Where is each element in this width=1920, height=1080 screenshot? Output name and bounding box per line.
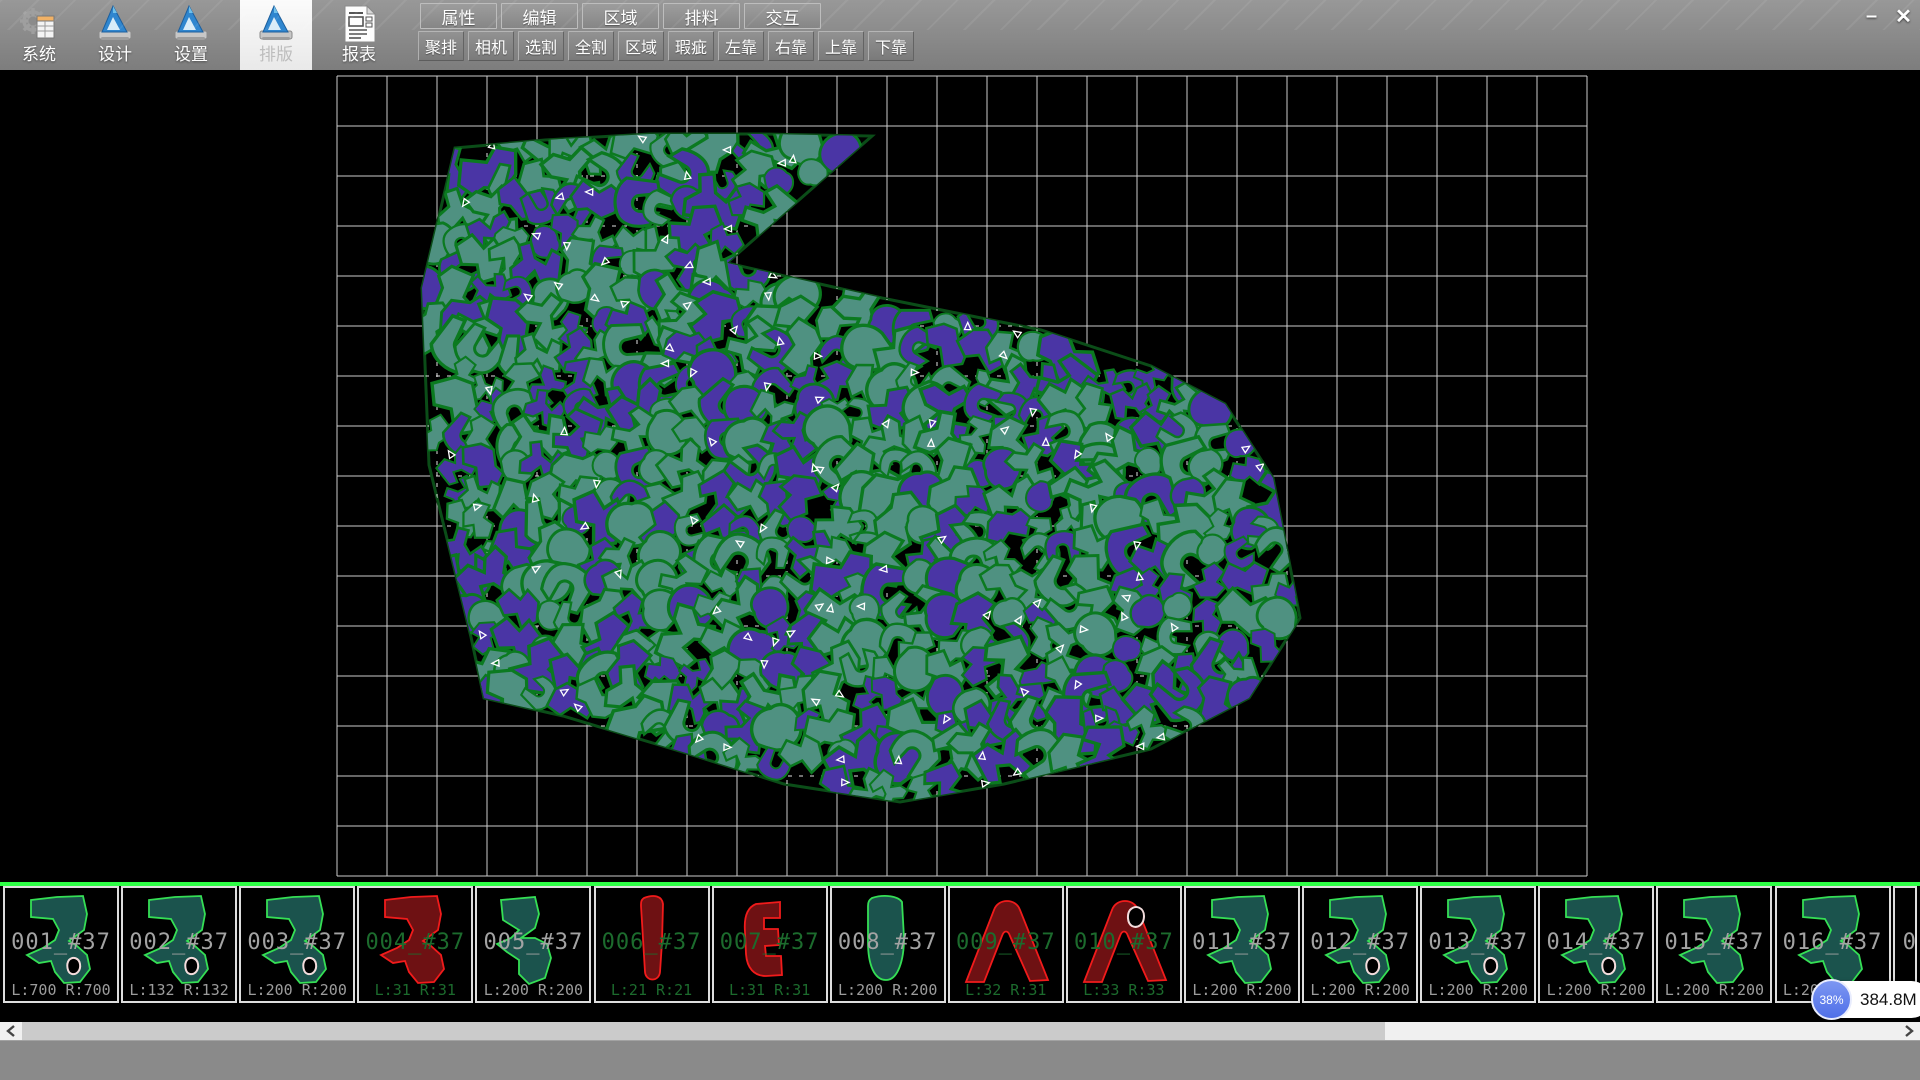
piece-thumbnail-14[interactable]: 014_#37 L:200 R:200 bbox=[1538, 886, 1654, 1003]
tool-button-8[interactable]: 右靠 bbox=[768, 31, 814, 61]
piece-id-label: 007_#37 bbox=[714, 930, 826, 955]
main-button-label: 设置 bbox=[174, 45, 208, 65]
tool-button-2[interactable]: 相机 bbox=[468, 31, 514, 61]
menu-tab-row: 属性编辑区域排料交互 bbox=[420, 3, 821, 29]
top-toolbar: 系统 设计 设置 排版 报表 属性编辑区域排料交互 聚排相机选割 bbox=[0, 0, 1920, 70]
piece-id-label: 006_#37 bbox=[596, 930, 708, 955]
piece-count-label: L:200 R:200 bbox=[832, 981, 944, 999]
main-button-5[interactable]: 报表 bbox=[326, 0, 392, 70]
main-button-label: 报表 bbox=[342, 45, 376, 65]
memory-status-badge[interactable]: 38% 384.8M bbox=[1812, 981, 1920, 1018]
piece-thumbnail-1[interactable]: 001_#37 L:700 R:700 bbox=[3, 886, 119, 1003]
tool-button-9[interactable]: 上靠 bbox=[818, 31, 864, 61]
tool-button-10[interactable]: 下靠 bbox=[868, 31, 914, 61]
piece-count-label: L:32 R:31 bbox=[950, 981, 1062, 999]
main-button-label: 设计 bbox=[98, 45, 132, 65]
piece-id-label: 001_#37 bbox=[5, 930, 117, 955]
tool-button-6[interactable]: 瑕疵 bbox=[668, 31, 714, 61]
chevron-left-icon[interactable] bbox=[0, 1022, 22, 1040]
piece-count-label: L:33 R:33 bbox=[1068, 981, 1180, 999]
piece-thumbnail-15[interactable]: 015_#37 L:200 R:200 bbox=[1656, 886, 1772, 1003]
piece-thumbnail-strip: 001_#37 L:700 R:700 002_#37 L:132 R:132 … bbox=[0, 886, 1920, 1022]
piece-thumbnail-13[interactable]: 013_#37 L:200 R:200 bbox=[1420, 886, 1536, 1003]
piece-thumbnail-8[interactable]: 008_#37 L:200 R:200 bbox=[830, 886, 946, 1003]
piece-thumbnail-10[interactable]: 010_#37 L:33 R:33 bbox=[1066, 886, 1182, 1003]
main-button-label: 排版 bbox=[259, 45, 293, 65]
tool-button-3[interactable]: 选割 bbox=[518, 31, 564, 61]
piece-thumbnail-4[interactable]: 004_#37 L:31 R:31 bbox=[357, 886, 473, 1003]
piece-id-label: 004_#37 bbox=[359, 930, 471, 955]
piece-id-label: 012_#37 bbox=[1304, 930, 1416, 955]
minimize-button[interactable]: – bbox=[1857, 3, 1886, 29]
piece-id-label: 009_#37 bbox=[950, 930, 1062, 955]
piece-id-label: 003_#37 bbox=[241, 930, 353, 955]
system-gear-icon bbox=[17, 3, 61, 45]
tool-button-1[interactable]: 聚排 bbox=[418, 31, 464, 61]
piece-count-label: L:21 R:21 bbox=[596, 981, 708, 999]
scrollbar-thumb[interactable] bbox=[22, 1022, 1385, 1040]
piece-id-label: 005_#37 bbox=[477, 930, 589, 955]
menu-tab-5[interactable]: 交互 bbox=[744, 3, 821, 29]
nesting-canvas[interactable] bbox=[0, 70, 1920, 882]
piece-count-label: L:200 R:200 bbox=[477, 981, 589, 999]
main-button-label: 系统 bbox=[22, 45, 56, 65]
main-button-1[interactable]: 系统 bbox=[6, 0, 72, 70]
main-button-4[interactable]: 排版 bbox=[240, 0, 312, 70]
piece-thumbnail-2[interactable]: 002_#37 L:132 R:132 bbox=[121, 886, 237, 1003]
piece-thumbnail-12[interactable]: 012_#37 L:200 R:200 bbox=[1302, 886, 1418, 1003]
tool-button-7[interactable]: 左靠 bbox=[718, 31, 764, 61]
menu-tab-3[interactable]: 区域 bbox=[582, 3, 659, 29]
set-square-icon bbox=[254, 3, 298, 45]
horizontal-scrollbar[interactable] bbox=[0, 1022, 1920, 1040]
percent-indicator: 38% bbox=[1811, 979, 1852, 1020]
piece-id-label: 002_#37 bbox=[123, 930, 235, 955]
piece-id-label: 008_#37 bbox=[832, 930, 944, 955]
bottom-status-bar bbox=[0, 1040, 1920, 1080]
set-square-icon bbox=[93, 3, 137, 45]
piece-count-label: L:700 R:700 bbox=[5, 981, 117, 999]
piece-id-label: 014_#37 bbox=[1540, 930, 1652, 955]
piece-count-label: L:200 R:200 bbox=[1304, 981, 1416, 999]
tool-button-5[interactable]: 区域 bbox=[618, 31, 664, 61]
piece-thumbnail-3[interactable]: 003_#37 L:200 R:200 bbox=[239, 886, 355, 1003]
set-square-icon bbox=[169, 3, 213, 45]
piece-count-label: L:200 R:200 bbox=[1540, 981, 1652, 999]
menu-tab-4[interactable]: 排料 bbox=[663, 3, 740, 29]
main-button-3[interactable]: 设置 bbox=[158, 0, 224, 70]
piece-id-label: 0 bbox=[1895, 930, 1915, 955]
piece-id-label: 015_#37 bbox=[1658, 930, 1770, 955]
close-button[interactable]: ✕ bbox=[1889, 3, 1918, 29]
piece-thumbnail-9[interactable]: 009_#37 L:32 R:31 bbox=[948, 886, 1064, 1003]
piece-count-label: L:200 R:200 bbox=[241, 981, 353, 999]
menu-tab-2[interactable]: 编辑 bbox=[501, 3, 578, 29]
piece-thumbnail-5[interactable]: 005_#37 L:200 R:200 bbox=[475, 886, 591, 1003]
piece-id-label: 011_#37 bbox=[1186, 930, 1298, 955]
piece-thumbnail-7[interactable]: 007_#37 L:31 R:31 bbox=[712, 886, 828, 1003]
piece-id-label: 010_#37 bbox=[1068, 930, 1180, 955]
tool-button-row: 聚排相机选割全割区域瑕疵左靠右靠上靠下靠 bbox=[418, 31, 914, 61]
menu-tab-1[interactable]: 属性 bbox=[420, 3, 497, 29]
chevron-right-icon[interactable] bbox=[1898, 1022, 1920, 1040]
nest-layout-svg bbox=[0, 70, 1920, 882]
tool-button-4[interactable]: 全割 bbox=[568, 31, 614, 61]
piece-thumbnail-6[interactable]: 006_#37 L:21 R:21 bbox=[594, 886, 710, 1003]
piece-id-label: 016_#37 bbox=[1777, 930, 1889, 955]
memory-value: 384.8M bbox=[1860, 990, 1917, 1010]
piece-thumbnail-11[interactable]: 011_#37 L:200 R:200 bbox=[1184, 886, 1300, 1003]
piece-count-label: L:200 R:200 bbox=[1422, 981, 1534, 999]
report-doc-icon bbox=[337, 3, 381, 45]
piece-count-label: L:31 R:31 bbox=[359, 981, 471, 999]
piece-count-label: L:200 R:200 bbox=[1186, 981, 1298, 999]
piece-count-label: L:200 R:200 bbox=[1658, 981, 1770, 999]
piece-count-label: L:132 R:132 bbox=[123, 981, 235, 999]
piece-id-label: 013_#37 bbox=[1422, 930, 1534, 955]
main-button-2[interactable]: 设计 bbox=[82, 0, 148, 70]
piece-count-label: L:31 R:31 bbox=[714, 981, 826, 999]
